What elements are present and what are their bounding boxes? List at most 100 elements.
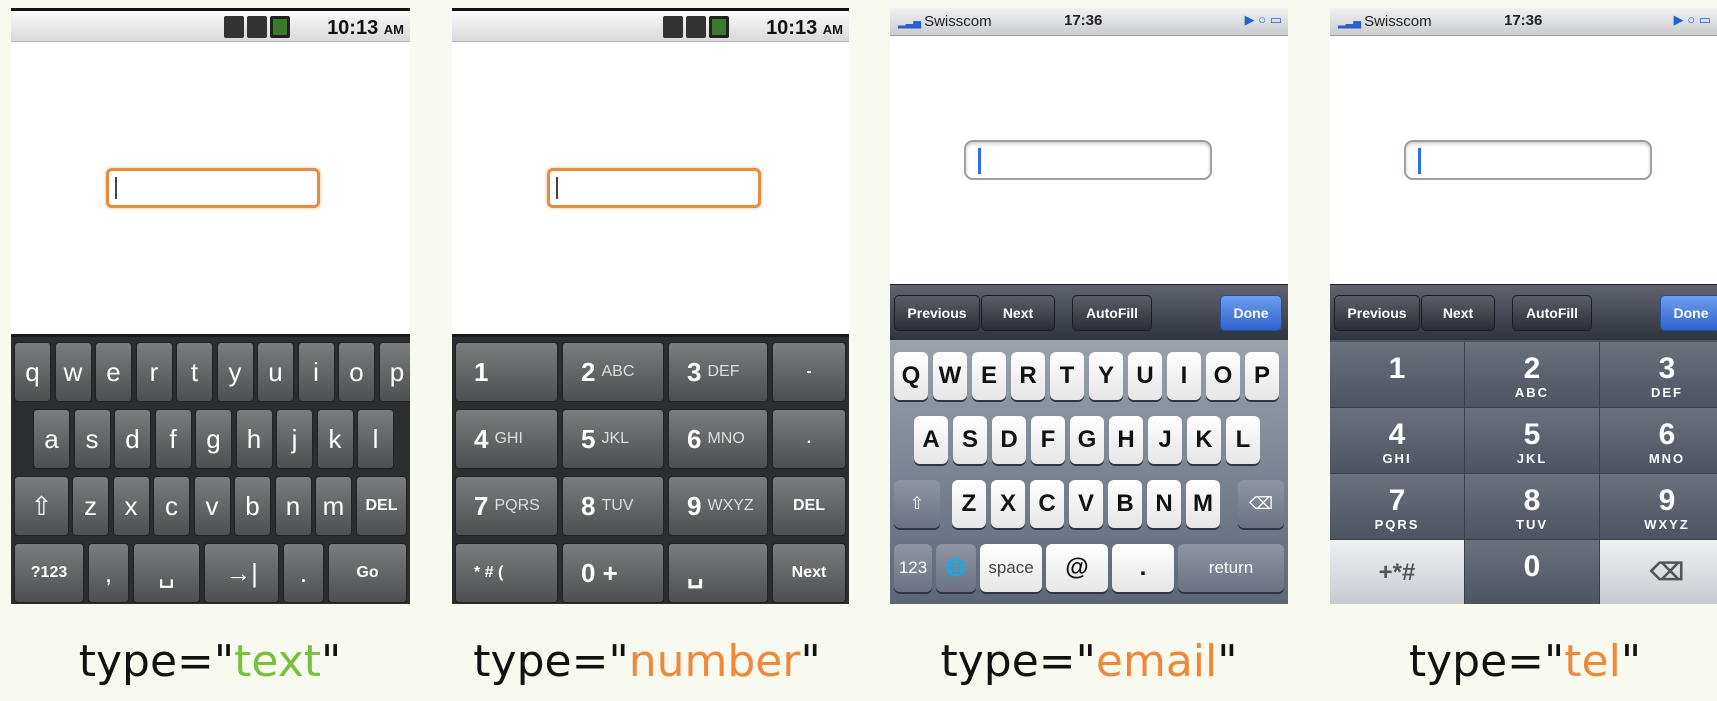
globe-key[interactable]: 🌐 [936,544,976,592]
telkey-3[interactable]: 4 GHI [1330,408,1465,474]
numkey-13[interactable]: 0 + [562,543,664,603]
done-button[interactable]: Done [1660,295,1717,331]
text-input[interactable] [106,168,320,208]
telkey-8[interactable]: 9 WXYZ [1600,474,1717,540]
next-button[interactable]: Next [981,295,1055,331]
numkey-15[interactable]: Next [772,543,846,603]
key-P[interactable]: P [1245,352,1279,400]
key-u[interactable]: u [257,342,294,402]
numkey-8[interactable]: 7 PQRS [455,476,558,536]
dot-key[interactable]: . [1112,544,1174,592]
key-M[interactable]: M [1186,480,1220,528]
key-B[interactable]: B [1108,480,1142,528]
numbers-key[interactable]: 123 [894,544,932,592]
telkey-5[interactable]: 6 MNO [1600,408,1717,474]
key-U[interactable]: U [1128,352,1162,400]
key-R[interactable]: R [1011,352,1045,400]
numkey-7[interactable]: . [772,409,846,469]
numkey-1[interactable]: 2 ABC [562,342,664,402]
telkey-9[interactable]: +*# [1330,540,1465,604]
next-button[interactable]: Next [1421,295,1495,331]
numkey-2[interactable]: 3 DEF [668,342,768,402]
key-d[interactable]: d [114,409,151,469]
key-N[interactable]: N [1147,480,1181,528]
key-o[interactable]: o [338,342,375,402]
numkey-4[interactable]: 4 GHI [455,409,558,469]
previous-button[interactable]: Previous [1334,295,1420,331]
key-Y[interactable]: Y [1089,352,1123,400]
numkey-6[interactable]: 6 MNO [668,409,768,469]
telkey-11[interactable]: ⌫ [1600,540,1717,604]
symbols-key[interactable]: ?123 [14,543,84,603]
key-b[interactable]: b [234,476,271,536]
key-r[interactable]: r [135,342,173,402]
numkey-12[interactable]: * # ( [455,543,558,603]
key-I[interactable]: I [1167,352,1201,400]
autofill-button[interactable]: AutoFill [1072,295,1152,331]
telkey-1[interactable]: 2 ABC [1465,342,1600,408]
telkey-10[interactable]: 0 [1465,540,1600,604]
key-Q[interactable]: Q [894,352,928,400]
key-Z[interactable]: Z [952,480,986,528]
key-O[interactable]: O [1206,352,1240,400]
telkey-7[interactable]: 8 TUV [1465,474,1600,540]
at-key[interactable]: @ [1046,544,1108,592]
telkey-6[interactable]: 7 PQRS [1330,474,1465,540]
key-f[interactable]: f [154,409,192,469]
key-s[interactable]: s [73,409,111,469]
key-V[interactable]: V [1069,480,1103,528]
key-k[interactable]: k [316,409,354,469]
key-H[interactable]: H [1109,416,1143,464]
email-input[interactable] [964,140,1212,180]
numkey-5[interactable]: 5 JKL [562,409,664,469]
key-x[interactable]: x [112,476,150,536]
go-key[interactable]: Go [328,543,407,603]
key-v[interactable]: v [193,476,231,536]
key-h[interactable]: h [235,409,273,469]
key-g[interactable]: g [195,409,232,469]
telkey-2[interactable]: 3 DEF [1600,342,1717,408]
done-button[interactable]: Done [1220,295,1282,331]
period-key[interactable]: . [283,543,324,603]
numkey-11[interactable]: DEL [772,476,846,536]
key-X[interactable]: X [991,480,1025,528]
key-l[interactable]: l [357,409,394,469]
key-y[interactable]: y [216,342,254,402]
key-F[interactable]: F [1031,416,1065,464]
key-c[interactable]: c [153,476,190,536]
space-key[interactable]: space [980,544,1042,592]
key-e[interactable]: e [95,342,132,402]
number-input[interactable] [547,168,761,208]
numkey-3[interactable]: - [772,342,846,402]
key-T[interactable]: T [1050,352,1084,400]
key-C[interactable]: C [1030,480,1064,528]
key-q[interactable]: q [14,342,51,402]
key-j[interactable]: j [276,409,313,469]
tel-input[interactable] [1404,140,1652,180]
shift-key[interactable]: ⇧ [894,480,940,528]
numkey-14[interactable]: ␣ [668,543,768,603]
key-L[interactable]: L [1226,416,1260,464]
key-S[interactable]: S [953,416,987,464]
key-t[interactable]: t [176,342,213,402]
key-i[interactable]: i [297,342,335,402]
comma-key[interactable]: , [88,543,129,603]
previous-button[interactable]: Previous [894,295,980,331]
telkey-0[interactable]: 1 [1330,342,1465,408]
numkey-10[interactable]: 9 WXYZ [668,476,768,536]
backspace-key[interactable]: ⌫ [1238,480,1284,528]
key-A[interactable]: A [914,416,948,464]
key-m[interactable]: m [315,476,352,536]
shift-key[interactable]: ⇧ [14,476,69,536]
key-G[interactable]: G [1070,416,1104,464]
key-J[interactable]: J [1148,416,1182,464]
numkey-0[interactable]: 1 [455,342,558,402]
key-D[interactable]: D [992,416,1026,464]
autofill-button[interactable]: AutoFill [1512,295,1592,331]
key-W[interactable]: W [933,352,967,400]
return-key[interactable]: return [1178,544,1284,592]
key-a[interactable]: a [33,409,70,469]
key-w[interactable]: w [54,342,92,402]
key-K[interactable]: K [1187,416,1221,464]
key-z[interactable]: z [72,476,109,536]
